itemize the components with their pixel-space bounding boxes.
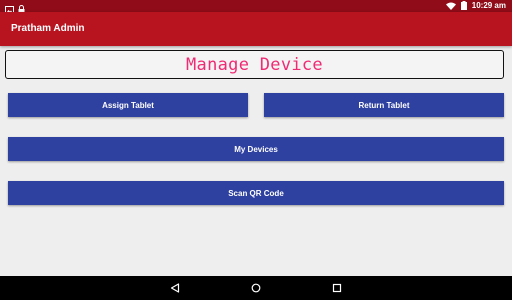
status-right-icons: 10:29 am xyxy=(445,0,506,12)
recents-icon[interactable] xyxy=(330,281,344,295)
status-bar: 10:29 am xyxy=(0,0,512,14)
back-icon[interactable] xyxy=(168,281,182,295)
app-bar: Pratham Admin xyxy=(0,12,512,46)
return-tablet-button[interactable]: Return Tablet xyxy=(264,93,504,117)
my-devices-button[interactable]: My Devices xyxy=(8,137,504,161)
page-title-box: Manage Device xyxy=(5,50,504,79)
status-time: 10:29 am xyxy=(471,1,506,10)
assign-tablet-button[interactable]: Assign Tablet xyxy=(8,93,248,117)
page-title: Manage Device xyxy=(186,54,323,75)
home-icon[interactable] xyxy=(249,281,263,295)
navigation-bar xyxy=(0,276,512,300)
app-title: Pratham Admin xyxy=(11,23,85,34)
scan-qr-code-button[interactable]: Scan QR Code xyxy=(8,181,504,205)
